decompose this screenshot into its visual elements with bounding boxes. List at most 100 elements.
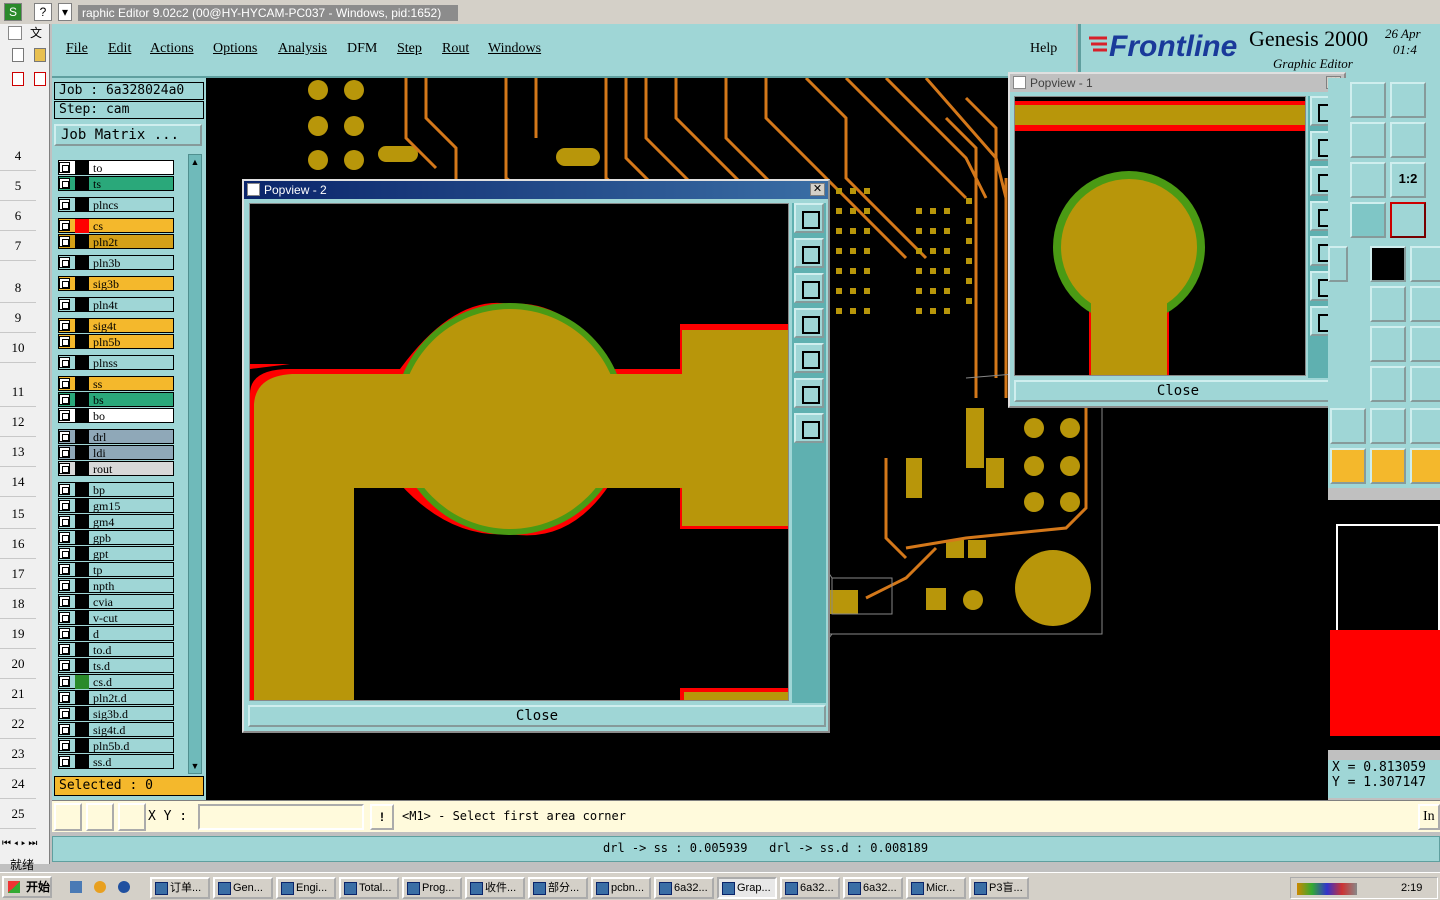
- layer-color-swatch[interactable]: [75, 335, 89, 349]
- taskbar-item[interactable]: P3盲...: [969, 877, 1029, 899]
- layer-color-swatch[interactable]: [75, 643, 89, 657]
- layer-checkbox[interactable]: [59, 162, 70, 173]
- layer-row-npth[interactable]: npth: [58, 578, 174, 593]
- layer-scrollbar[interactable]: ▲ ▼: [188, 154, 202, 774]
- taskbar-item[interactable]: Micr...: [906, 877, 966, 899]
- layer-row-gm15[interactable]: gm15: [58, 498, 174, 513]
- layer-checkbox[interactable]: [59, 532, 70, 543]
- excel-row-header[interactable]: 7: [0, 231, 36, 261]
- layer-color-swatch[interactable]: [75, 235, 89, 249]
- layer-color-swatch[interactable]: [75, 177, 89, 191]
- tool-copy-icon[interactable]: [1328, 246, 1348, 282]
- layer-color-swatch[interactable]: [75, 393, 89, 407]
- taskbar-item[interactable]: Grap...: [717, 877, 777, 899]
- layer-checkbox[interactable]: [59, 756, 70, 767]
- tray-icons[interactable]: [1297, 883, 1357, 895]
- layer-checkbox[interactable]: [59, 548, 70, 559]
- layer-color-swatch[interactable]: [75, 739, 89, 753]
- layer-row-gpt[interactable]: gpt: [58, 546, 174, 561]
- tool-measure-icon[interactable]: [1370, 246, 1406, 282]
- excel-row-header[interactable]: 16: [0, 529, 36, 559]
- desktop-icon[interactable]: [70, 881, 82, 893]
- layer-checkbox[interactable]: [59, 378, 70, 389]
- layer-row-pln2t-d[interactable]: pln2t.d: [58, 690, 174, 705]
- taskbar-item[interactable]: 6a32...: [780, 877, 840, 899]
- layer-color-swatch[interactable]: [75, 198, 89, 212]
- taskbar-item[interactable]: Gen...: [213, 877, 273, 899]
- measure-icon[interactable]: [86, 803, 114, 831]
- layer-checkbox[interactable]: [59, 320, 70, 331]
- layer-row-plncs[interactable]: plncs: [58, 197, 174, 212]
- layer-checkbox[interactable]: [59, 660, 70, 671]
- excel-row-header[interactable]: 21: [0, 679, 36, 709]
- layer-row-gpb[interactable]: gpb: [58, 530, 174, 545]
- menu-step[interactable]: Step: [397, 41, 422, 57]
- layer-row-v-cut[interactable]: v-cut: [58, 610, 174, 625]
- scroll-down-icon[interactable]: ▼: [190, 761, 200, 771]
- tool-node-icon[interactable]: [1410, 286, 1440, 322]
- tool-scale-button[interactable]: 1:2: [1390, 162, 1426, 198]
- excel-row-header[interactable]: 25: [0, 799, 36, 829]
- popview-1-titlebar[interactable]: Popview - 1: [1010, 74, 1344, 92]
- taskbar-item[interactable]: Prog...: [402, 877, 462, 899]
- layer-color-swatch[interactable]: [75, 691, 89, 705]
- tool-snap2-icon[interactable]: [1410, 366, 1440, 402]
- popview-2-pan-left-icon[interactable]: [794, 308, 824, 338]
- layer-row-cs[interactable]: cs: [58, 218, 174, 233]
- excel-row-header[interactable]: 5: [0, 171, 36, 201]
- layer-checkbox[interactable]: [59, 447, 70, 458]
- tool-zoom-icon[interactable]: [1350, 82, 1386, 118]
- layer-checkbox[interactable]: [59, 628, 70, 639]
- menu-dfm[interactable]: DFM: [347, 41, 377, 57]
- excel-row-header[interactable]: 15: [0, 499, 36, 529]
- taskbar-item[interactable]: pcbn...: [591, 877, 651, 899]
- layer-color-swatch[interactable]: [75, 277, 89, 291]
- pdf-icon[interactable]: [12, 72, 24, 86]
- layer-row-ts[interactable]: ts: [58, 176, 174, 191]
- job-matrix-button[interactable]: Job Matrix ...: [54, 124, 202, 146]
- layer-color-swatch[interactable]: [75, 499, 89, 513]
- layer-row-ss[interactable]: ss: [58, 376, 174, 391]
- layer-row-sig4t[interactable]: sig4t: [58, 318, 174, 333]
- excel-row-header[interactable]: 13: [0, 437, 36, 467]
- layer-color-swatch[interactable]: [75, 755, 89, 769]
- layer-color-swatch[interactable]: [75, 483, 89, 497]
- layer-row-pln5b[interactable]: pln5b: [58, 334, 174, 349]
- paste-icon[interactable]: [8, 26, 22, 40]
- layer-row-pln5b-d[interactable]: pln5b.d: [58, 738, 174, 753]
- layer-color-swatch[interactable]: [75, 579, 89, 593]
- popview-2-titlebar[interactable]: Popview - 2: [244, 181, 828, 199]
- layer-row-sig3b[interactable]: sig3b: [58, 276, 174, 291]
- layer-color-swatch[interactable]: [75, 462, 89, 476]
- layer-row-pln2t[interactable]: pln2t: [58, 234, 174, 249]
- pdf2-icon[interactable]: [34, 72, 46, 86]
- layer-row-cvia[interactable]: cvia: [58, 594, 174, 609]
- layer-checkbox[interactable]: [59, 394, 70, 405]
- tool-cross-icon[interactable]: [1370, 286, 1406, 322]
- menu-rout[interactable]: Rout: [442, 41, 469, 57]
- layer-row-sig3b-d[interactable]: sig3b.d: [58, 706, 174, 721]
- tool-triangle3-icon[interactable]: [1410, 408, 1440, 444]
- layer-color-swatch[interactable]: [75, 515, 89, 529]
- menu-file[interactable]: File: [66, 41, 88, 57]
- open-folder-icon[interactable]: [34, 48, 46, 62]
- excel-row-header[interactable]: 8: [0, 273, 36, 303]
- dropdown-icon[interactable]: ▾: [58, 3, 72, 21]
- layer-color-swatch[interactable]: [75, 563, 89, 577]
- layer-checkbox[interactable]: [59, 431, 70, 442]
- layer-checkbox[interactable]: [59, 299, 70, 310]
- tool-hline-icon[interactable]: [1370, 366, 1406, 402]
- popview-1-close-button[interactable]: Close: [1014, 380, 1342, 402]
- layer-row-plnss[interactable]: plnss: [58, 355, 174, 370]
- layer-color-swatch[interactable]: [75, 319, 89, 333]
- taskbar-item[interactable]: 订单...: [150, 877, 210, 899]
- layer-row-cs-d[interactable]: cs.d: [58, 674, 174, 689]
- tool-redraw-icon[interactable]: [1390, 122, 1426, 158]
- taskbar-item[interactable]: 收件...: [465, 877, 525, 899]
- excel-row-header[interactable]: 14: [0, 467, 36, 497]
- excel-row-header[interactable]: 9: [0, 303, 36, 333]
- clock-app-icon[interactable]: [94, 881, 106, 893]
- excel-row-header[interactable]: 24: [0, 769, 36, 799]
- grid-snap-icon[interactable]: [118, 803, 146, 831]
- tool-ruler-icon[interactable]: [1410, 246, 1440, 282]
